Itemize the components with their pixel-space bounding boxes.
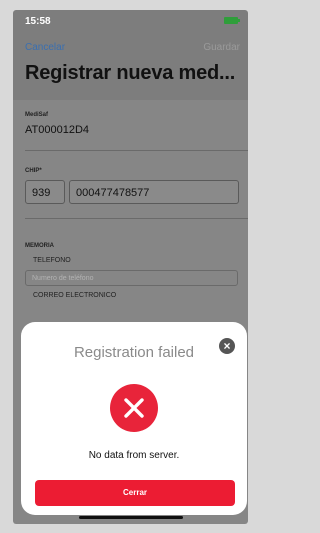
telefono-label: TELEFONO: [33, 257, 71, 264]
dialog-title: Registration failed: [73, 344, 195, 361]
status-time: 15:58: [25, 16, 51, 27]
save-button[interactable]: Guardar: [203, 42, 240, 53]
page-title: Registrar nueva med...: [25, 62, 236, 84]
memoria-label: MEMORIA: [25, 243, 54, 249]
divider: [25, 150, 248, 151]
status-bar: 15:58: [13, 10, 248, 32]
error-message: No data from server.: [88, 450, 180, 461]
battery-icon: [224, 17, 240, 24]
error-dialog: Registration failed × No data from serve…: [21, 322, 247, 515]
phone-screen: 15:58 Cancelar Guardar Registrar nueva m…: [13, 10, 248, 524]
navigation-bar: Cancelar Guardar Registrar nueva med...: [13, 32, 248, 100]
divider: [25, 218, 248, 219]
cerrar-button[interactable]: Cerrar: [35, 480, 235, 506]
telefono-field[interactable]: Numero de teléfono: [25, 270, 238, 286]
chip-label: CHIP*: [25, 168, 42, 174]
chip-number-field[interactable]: 000477478577: [69, 180, 239, 204]
chip-prefix-field[interactable]: 939: [25, 180, 65, 204]
x-mark-icon: [124, 398, 144, 418]
cancel-button[interactable]: Cancelar: [25, 42, 65, 53]
medisafe-label: MediSaf: [25, 112, 49, 118]
close-icon[interactable]: ×: [219, 338, 235, 354]
medisafe-field[interactable]: AT000012D4: [25, 124, 89, 136]
correo-label: CORREO ELECTRONICO: [33, 292, 117, 299]
home-indicator[interactable]: [79, 516, 183, 519]
error-icon: [110, 384, 158, 432]
